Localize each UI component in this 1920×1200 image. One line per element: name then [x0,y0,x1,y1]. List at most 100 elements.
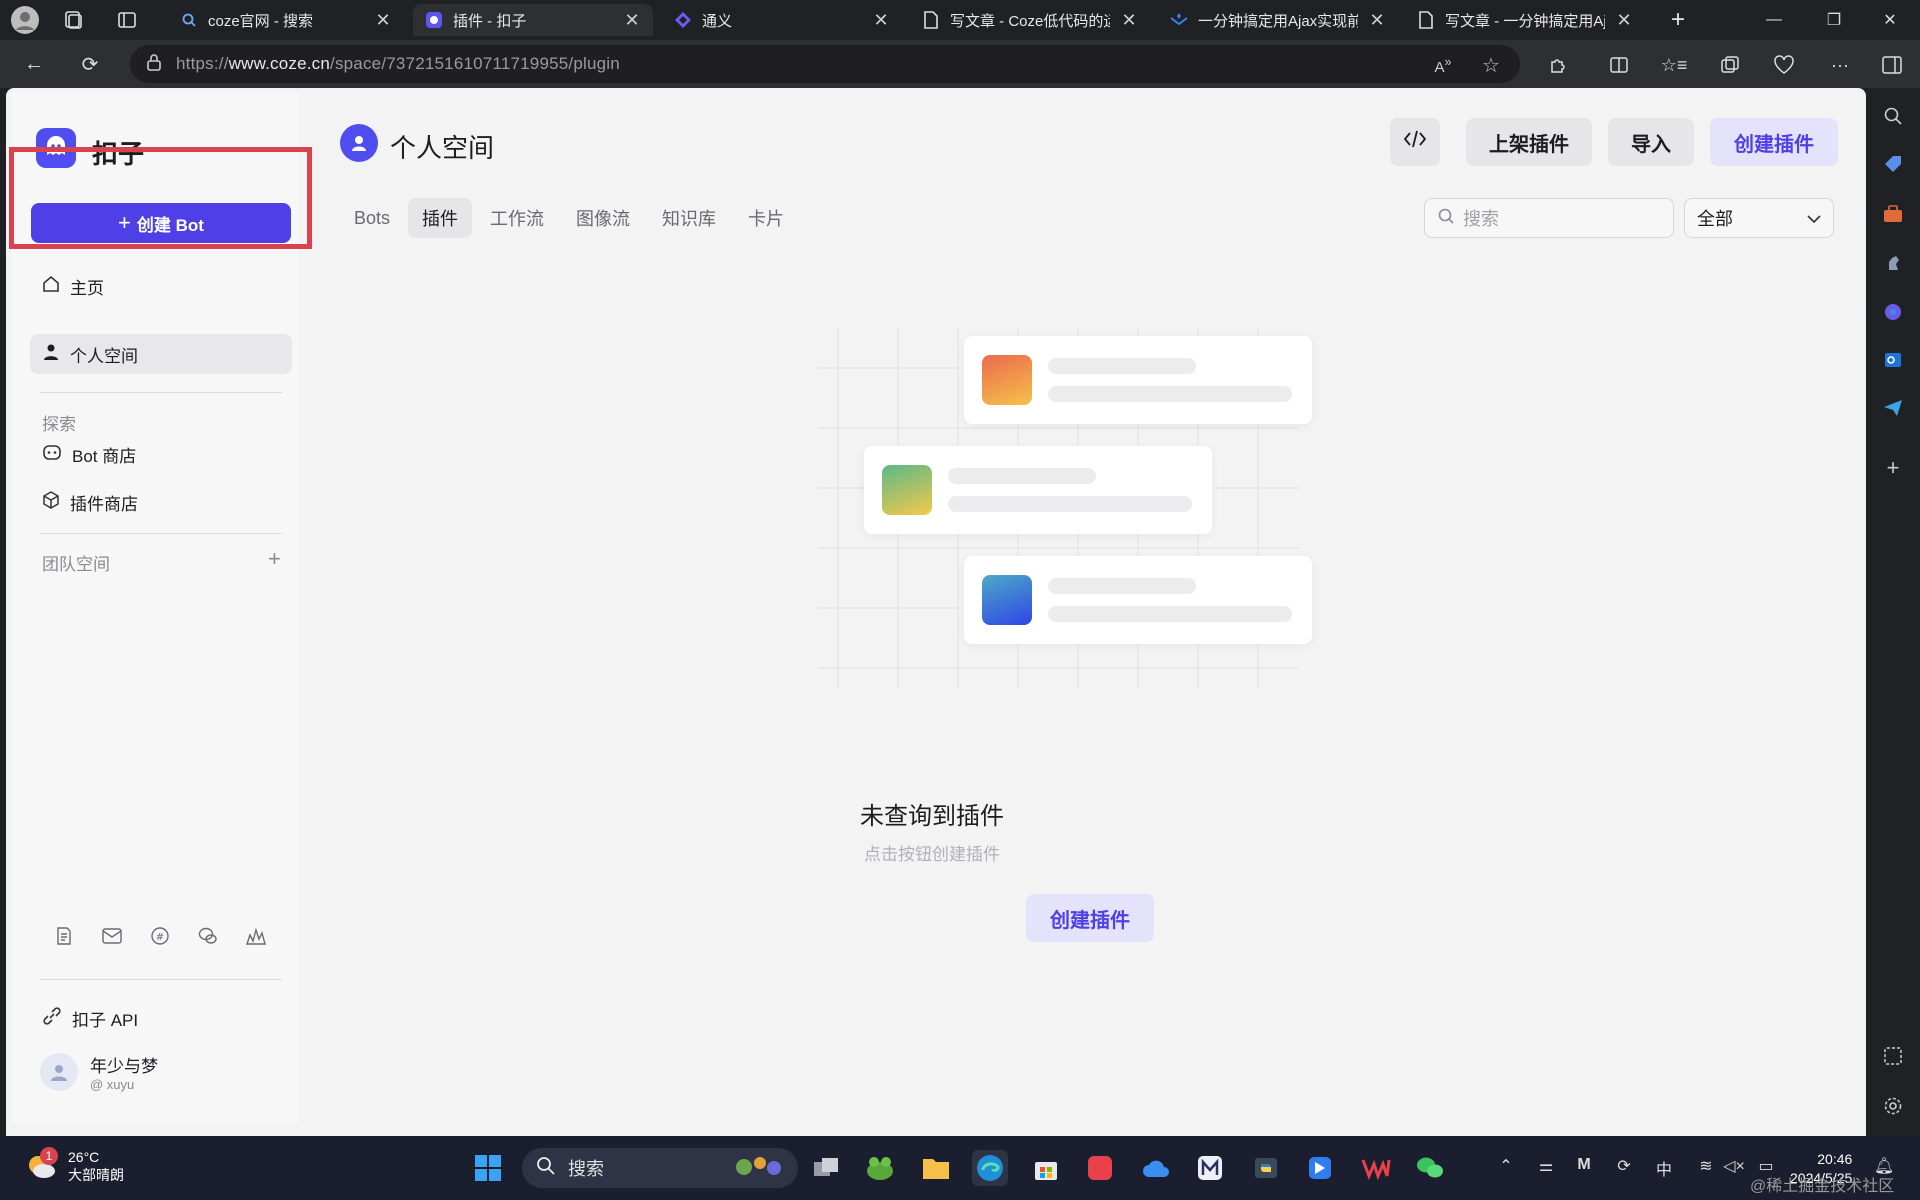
tab-coze-search[interactable]: coze官网 - 搜索 ✕ [168,4,404,36]
feishu-icon[interactable] [1302,1150,1338,1186]
weather-condition: 大部晴朗 [68,1167,124,1183]
close-tab-icon[interactable]: ✕ [1120,10,1138,31]
workspaces-icon[interactable] [62,4,94,36]
filter-select[interactable]: 全部 [1684,198,1834,238]
sidebar-item-plugin-store[interactable]: 插件商店 [30,482,292,522]
copilot-icon[interactable] [1881,300,1905,324]
back-button[interactable]: ← [18,48,50,80]
minimize-button[interactable]: — [1746,0,1802,40]
tab-coze-plugin[interactable]: 插件 - 扣子 ✕ [413,4,653,36]
m-app-icon[interactable] [1192,1150,1228,1186]
add-icon[interactable]: + [1881,455,1905,480]
clock-time: 20:46 [1817,1151,1853,1167]
tab-bots[interactable]: Bots [340,198,404,238]
task-view-icon[interactable] [808,1150,844,1186]
sidebar-item-home[interactable]: 主页 [30,266,292,306]
edge-browser-icon[interactable] [972,1150,1008,1186]
sidebar-item-label: 主页 [70,278,104,298]
user-profile[interactable]: 年少与梦 @ xuyu [40,1052,158,1092]
page-icon [922,11,940,29]
tray-settings-icon[interactable]: ⚌ [1534,1156,1558,1176]
chart-icon[interactable] [244,924,268,948]
tab-article-ajax[interactable]: 写文章 - 一分钟搞定用Aj ✕ [1405,4,1645,36]
frog-app-icon[interactable] [862,1150,898,1186]
ime-indicator[interactable]: 中 [1652,1156,1676,1180]
discord-icon[interactable]: # [148,924,172,948]
wifi-icon[interactable]: ≋ [1694,1156,1718,1176]
tab-actions-icon[interactable] [116,4,148,36]
tab-knowledge[interactable]: 知识库 [648,198,730,238]
close-window-button[interactable]: ✕ [1862,0,1918,40]
create-plugin-button[interactable]: 创建插件 [1710,118,1838,166]
favorite-star-icon[interactable]: ☆ [1480,54,1502,77]
publish-plugin-button[interactable]: 上架插件 [1466,118,1592,166]
tab-article-coze[interactable]: 写文章 - Coze低代码的运 ✕ [910,4,1150,36]
games-icon[interactable] [1881,250,1905,274]
favorites-icon[interactable]: ☆≡ [1661,53,1688,77]
file-explorer-icon[interactable] [918,1150,954,1186]
link-icon [42,1006,62,1031]
performance-icon[interactable] [1772,53,1796,77]
close-tab-icon[interactable]: ✕ [872,10,890,31]
empty-create-plugin-button[interactable]: 创建插件 [1026,894,1154,942]
placeholder-card [964,336,1312,424]
python-icon[interactable] [1248,1150,1284,1186]
split-screen-icon[interactable] [1607,53,1631,77]
sidebar-item-bot-store[interactable]: Bot 商店 [30,434,292,474]
doc-icon[interactable] [52,924,76,948]
content-tabs: Bots 插件 工作流 图像流 知识库 卡片 [340,198,798,238]
browser-right-rail: + [1866,88,1920,1136]
restore-button[interactable]: ❐ [1806,0,1862,40]
close-tab-icon[interactable]: ✕ [1615,10,1633,31]
page-viewport: 扣子 + 创建 Bot 主页 个人空间 探索 Bot 商店 插件商店 团队空间 … [6,88,1866,1136]
tab-tongyi[interactable]: 通义 ✕ [662,4,902,36]
settings-gear-icon[interactable] [1881,1094,1905,1118]
volume-muted-icon[interactable]: ◁× [1722,1156,1746,1176]
huawei-app-icon[interactable] [1082,1150,1118,1186]
store-icon[interactable] [1028,1150,1064,1186]
close-tab-icon[interactable]: ✕ [623,10,641,31]
screenshot-icon[interactable] [1881,1044,1905,1068]
sidebar-item-personal-space[interactable]: 个人空间 [30,334,292,374]
sidebar-item-api[interactable]: 扣子 API [30,998,292,1038]
weather-widget[interactable]: 1 26°C 大部晴朗 [24,1147,124,1184]
add-team-button[interactable]: + [268,546,281,572]
sidebar-toggle-icon[interactable] [1880,53,1904,77]
tab-imageflow[interactable]: 图像流 [562,198,644,238]
close-tab-icon[interactable]: ✕ [374,10,392,31]
tray-chevron-up-icon[interactable]: ⌃ [1494,1156,1518,1176]
read-aloud-icon[interactable]: A» [1432,54,1454,76]
start-button[interactable] [470,1150,506,1186]
outlook-icon[interactable] [1881,348,1905,372]
tab-juejin-ajax[interactable]: 一分钟搞定用Ajax实现前 ✕ [1158,4,1398,36]
tray-app-icon[interactable]: M [1572,1156,1596,1174]
cloud-drive-icon[interactable] [1138,1150,1174,1186]
code-button[interactable] [1390,118,1440,166]
search-placeholder: 搜索 [1463,209,1499,229]
close-tab-icon[interactable]: ✕ [1368,10,1386,31]
reload-button[interactable]: ⟳ [74,48,106,80]
sidebar-footer-icons: # [40,924,280,948]
import-button[interactable]: 导入 [1608,118,1694,166]
send-icon[interactable] [1881,396,1905,420]
more-icon[interactable]: ··· [1828,53,1852,77]
new-tab-button[interactable]: + [1660,4,1696,36]
toolbox-icon[interactable] [1881,202,1905,226]
tray-sync-icon[interactable]: ⟳ [1612,1156,1636,1176]
mail-icon[interactable] [100,924,124,948]
wps-icon[interactable] [1358,1150,1394,1186]
tab-cards[interactable]: 卡片 [734,198,798,238]
wechat-icon[interactable] [196,924,220,948]
collections-icon[interactable] [1718,53,1742,77]
tag-icon[interactable] [1881,152,1905,176]
search-icon[interactable] [1881,104,1905,128]
tab-workflow[interactable]: 工作流 [476,198,558,238]
url-field[interactable]: https://www.coze.cn/space/73721516107117… [130,45,1520,83]
extensions-icon[interactable] [1546,53,1570,77]
tab-plugins[interactable]: 插件 [408,198,473,238]
url-text: https://www.coze.cn/space/73721516107117… [176,54,620,73]
search-input[interactable]: 搜索 [1424,198,1674,238]
profile-avatar[interactable] [10,4,50,36]
taskbar-search[interactable]: 搜索 [522,1148,798,1188]
wechat-icon[interactable] [1412,1150,1448,1186]
